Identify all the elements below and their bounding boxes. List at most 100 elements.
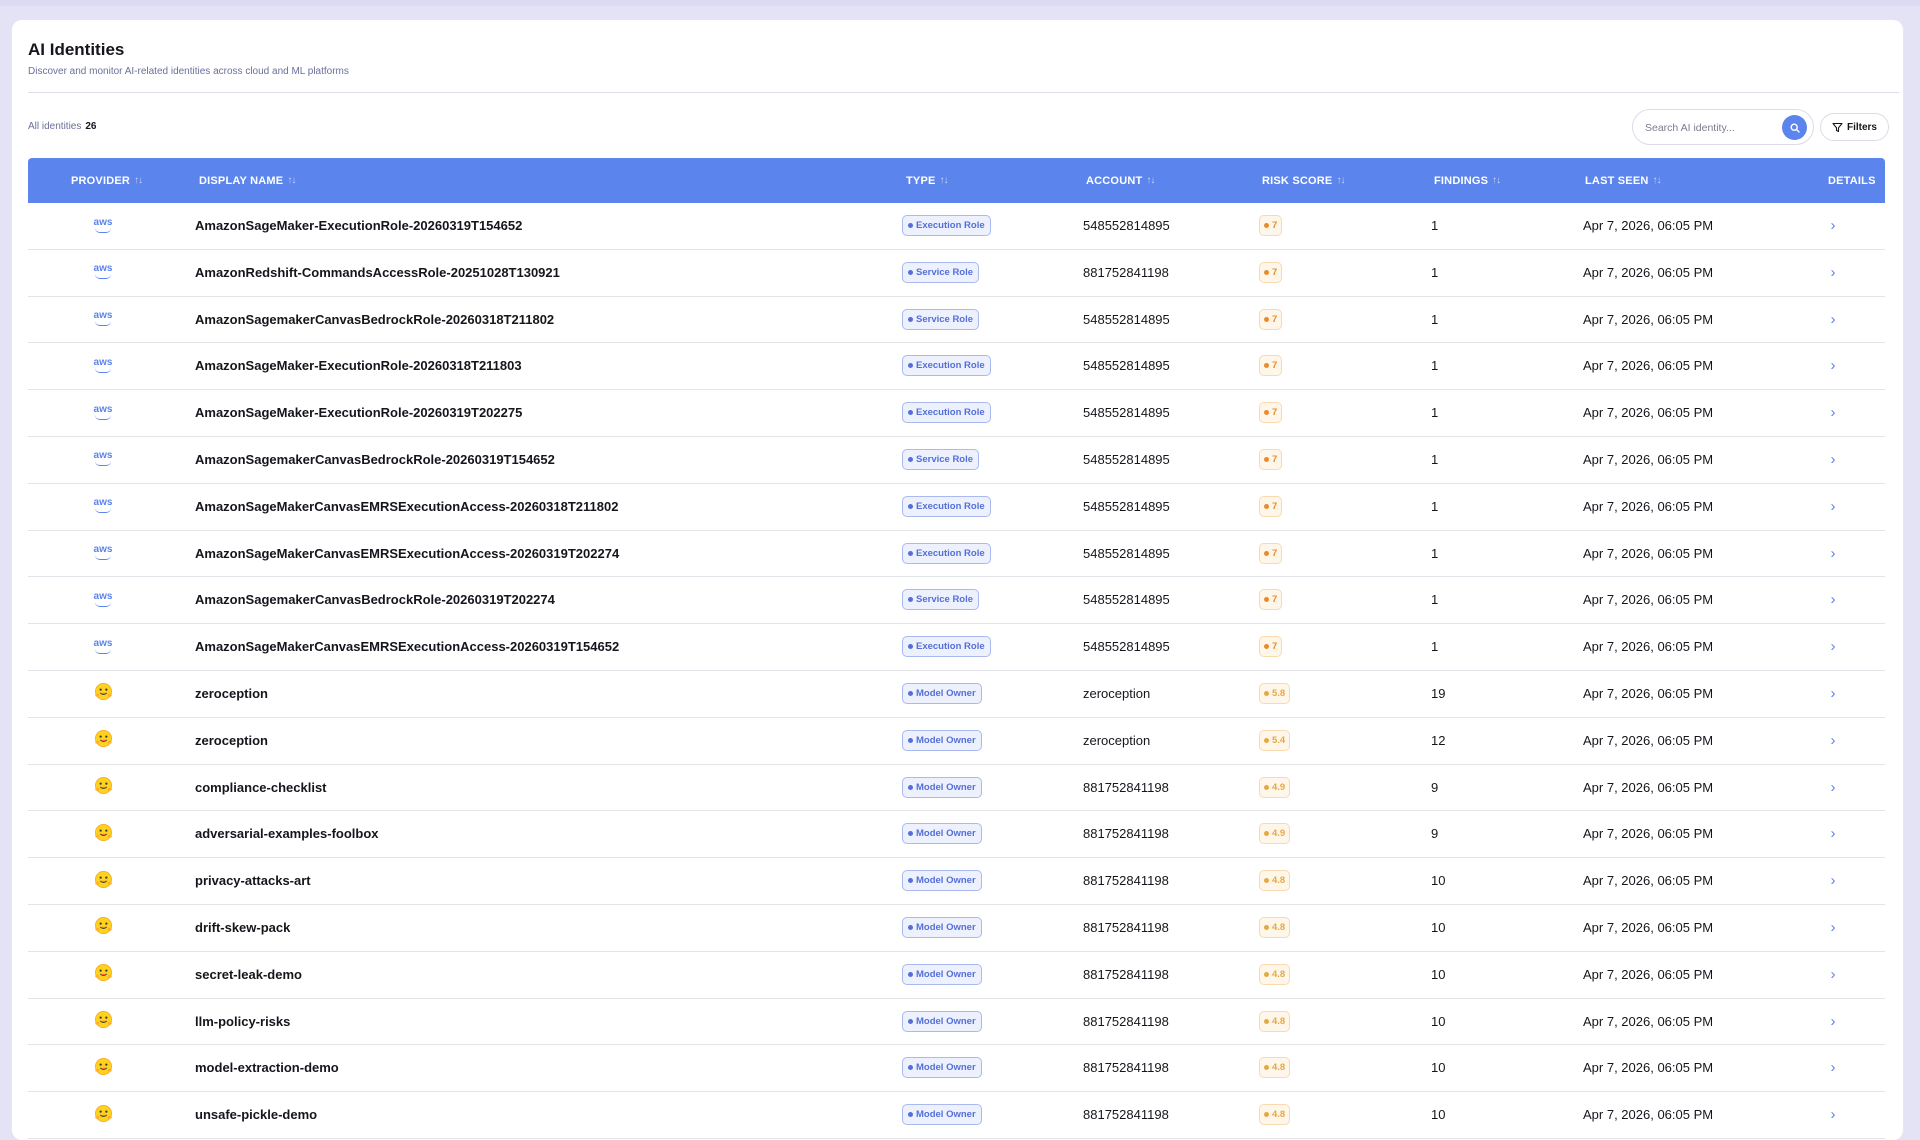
type-cell: Model Owner [902, 671, 982, 716]
chevron-right-icon[interactable]: › [1818, 343, 1848, 388]
chevron-right-icon[interactable]: › [1818, 999, 1848, 1044]
table-row[interactable]: llm-policy-risks Model Owner 881752841198 4… [28, 999, 1885, 1046]
chevron-right-icon[interactable]: › [1818, 905, 1848, 950]
table-row[interactable]: aws AmazonRedshift-CommandsAccessRole-202… [28, 250, 1885, 297]
findings-count: 9 [1431, 779, 1439, 795]
column-header-display-name[interactable]: DISPLAY NAME ↑↓ [199, 158, 296, 203]
sort-icon: ↑↓ [1652, 175, 1662, 186]
display-name: llm-policy-risks [195, 1013, 291, 1029]
chevron-right-icon[interactable]: › [1818, 1092, 1848, 1137]
account-id: 548552814895 [1083, 405, 1170, 421]
hugging-face-icon [94, 823, 113, 845]
risk-score-badge: 4.8 [1259, 1057, 1291, 1079]
provider-cell: aws [83, 250, 123, 295]
column-header-findings[interactable]: FINDINGS ↑↓ [1434, 158, 1501, 203]
hugging-face-icon [94, 1010, 113, 1032]
display-name: zeroception [195, 685, 268, 701]
aws-logo-icon: aws [94, 451, 112, 467]
header-divider [28, 92, 1899, 93]
type-cell: Model Owner [902, 858, 982, 903]
risk-score-badge: 5.4 [1259, 729, 1291, 751]
chevron-right-icon[interactable]: › [1818, 765, 1848, 810]
type-badge: Execution Role [902, 636, 991, 658]
chevron-right-icon[interactable]: › [1818, 858, 1848, 903]
table-row[interactable]: aws AmazonSageMaker-ExecutionRole-2026031… [28, 203, 1885, 250]
chevron-right-icon[interactable]: › [1818, 671, 1848, 716]
findings-count: 10 [1431, 966, 1446, 982]
chevron-right-icon[interactable]: › [1818, 624, 1848, 669]
findings-count: 1 [1431, 358, 1439, 374]
chevron-right-icon[interactable]: › [1818, 577, 1848, 622]
search-input[interactable] [1643, 119, 1779, 137]
account-id: 881752841198 [1083, 966, 1169, 982]
table-row[interactable]: aws AmazonSagemakerCanvasBedrockRole-2026… [28, 437, 1885, 484]
type-badge: Service Role [902, 308, 980, 330]
chevron-right-icon[interactable]: › [1818, 390, 1848, 435]
chevron-right-icon[interactable]: › [1818, 718, 1848, 763]
chevron-right-icon[interactable]: › [1818, 437, 1848, 482]
table-row[interactable]: aws AmazonSageMaker-ExecutionRole-2026031… [28, 390, 1885, 437]
table-row[interactable]: aws AmazonSagemakerCanvasBedrockRole-2026… [28, 577, 1885, 625]
column-header-account[interactable]: ACCOUNT ↑↓ [1086, 158, 1155, 203]
table-row[interactable]: drift-skew-pack Model Owner 881752841198 4.… [28, 905, 1885, 952]
column-header-type[interactable]: TYPE ↑↓ [906, 158, 949, 203]
type-cell: Execution Role [902, 343, 991, 388]
account-id: zeroception [1083, 685, 1151, 701]
table-row[interactable]: aws AmazonSageMakerCanvasEMRSExecutionAcc… [28, 484, 1885, 531]
account-id: 548552814895 [1083, 311, 1170, 327]
chevron-right-icon[interactable]: › [1818, 1045, 1848, 1090]
type-badge: Model Owner [902, 729, 982, 751]
findings-count: 1 [1431, 498, 1439, 514]
risk-score-badge: 4.9 [1259, 776, 1291, 798]
provider-cell [83, 671, 123, 716]
table-row[interactable]: aws AmazonSagemakerCanvasBedrockRole-2026… [28, 297, 1885, 344]
provider-cell [83, 811, 123, 856]
top-bar [0, 0, 1920, 6]
aws-logo-icon: aws [94, 217, 112, 233]
column-header-last-seen[interactable]: LAST SEEN ↑↓ [1585, 158, 1662, 203]
chevron-right-icon[interactable]: › [1818, 297, 1848, 342]
account-id: 881752841198 [1083, 264, 1169, 280]
table-row[interactable]: zeroception Model Owner zeroception 5.8 19 Ap… [28, 671, 1885, 718]
last-seen: Apr 7, 2026, 06:05 PM [1583, 1060, 1714, 1076]
risk-score-badge: 7 [1259, 308, 1283, 330]
provider-cell: aws [83, 390, 123, 435]
sort-icon: ↑↓ [1336, 175, 1345, 186]
last-seen: Apr 7, 2026, 06:05 PM [1583, 826, 1714, 842]
table-row[interactable]: privacy-attacks-art Model Owner 8817528411… [28, 858, 1885, 905]
risk-cell: 7 [1259, 437, 1283, 482]
findings-count: 19 [1431, 685, 1446, 701]
risk-score-badge: 4.8 [1259, 1010, 1291, 1032]
chevron-right-icon[interactable]: › [1818, 811, 1848, 856]
aws-logo-icon: aws [94, 591, 112, 607]
chevron-right-icon[interactable]: › [1818, 484, 1848, 529]
risk-score-badge: 4.8 [1259, 870, 1291, 892]
column-header-risk-score[interactable]: RISK SCORE ↑↓ [1262, 158, 1345, 203]
table-row[interactable]: aws AmazonSageMaker-ExecutionRole-2026031… [28, 343, 1885, 391]
table-row[interactable]: model-extraction-demo Model Owner 88175284… [28, 1045, 1885, 1093]
chevron-right-icon[interactable]: › [1818, 952, 1848, 997]
column-header-provider[interactable]: PROVIDER ↑↓ [71, 158, 143, 203]
provider-cell [83, 858, 123, 903]
table-row[interactable]: unsafe-pickle-demo Model Owner 88175284119… [28, 1092, 1885, 1139]
last-seen: Apr 7, 2026, 06:05 PM [1583, 966, 1714, 982]
table-row[interactable]: aws AmazonSageMakerCanvasEMRSExecutionAcc… [28, 624, 1885, 671]
chevron-right-icon[interactable]: › [1818, 203, 1848, 248]
filters-button[interactable]: Filters [1820, 113, 1889, 141]
type-badge: Service Role [902, 589, 980, 611]
table-row[interactable]: secret-leak-demo Model Owner 881752841198 4… [28, 952, 1885, 999]
display-name: privacy-attacks-art [195, 873, 311, 889]
chevron-right-icon[interactable]: › [1818, 531, 1848, 576]
findings-count: 10 [1431, 873, 1446, 889]
table-row[interactable]: zeroception Model Owner zeroception 5.4 12 Ap… [28, 718, 1885, 765]
last-seen: Apr 7, 2026, 06:05 PM [1583, 685, 1714, 701]
last-seen: Apr 7, 2026, 06:05 PM [1583, 1013, 1714, 1029]
chevron-right-icon[interactable]: › [1818, 250, 1848, 295]
table-row[interactable]: adversarial-examples-foolbox Model Owner 8… [28, 811, 1885, 859]
type-badge: Model Owner [902, 916, 982, 938]
search-button[interactable] [1782, 115, 1807, 140]
identities-count: All identities 26 [28, 121, 96, 132]
table-row[interactable]: compliance-checklist Model Owner 881752841… [28, 765, 1885, 812]
type-badge: Execution Role [902, 542, 991, 564]
table-row[interactable]: aws AmazonSageMakerCanvasEMRSExecutionAcc… [28, 531, 1885, 578]
